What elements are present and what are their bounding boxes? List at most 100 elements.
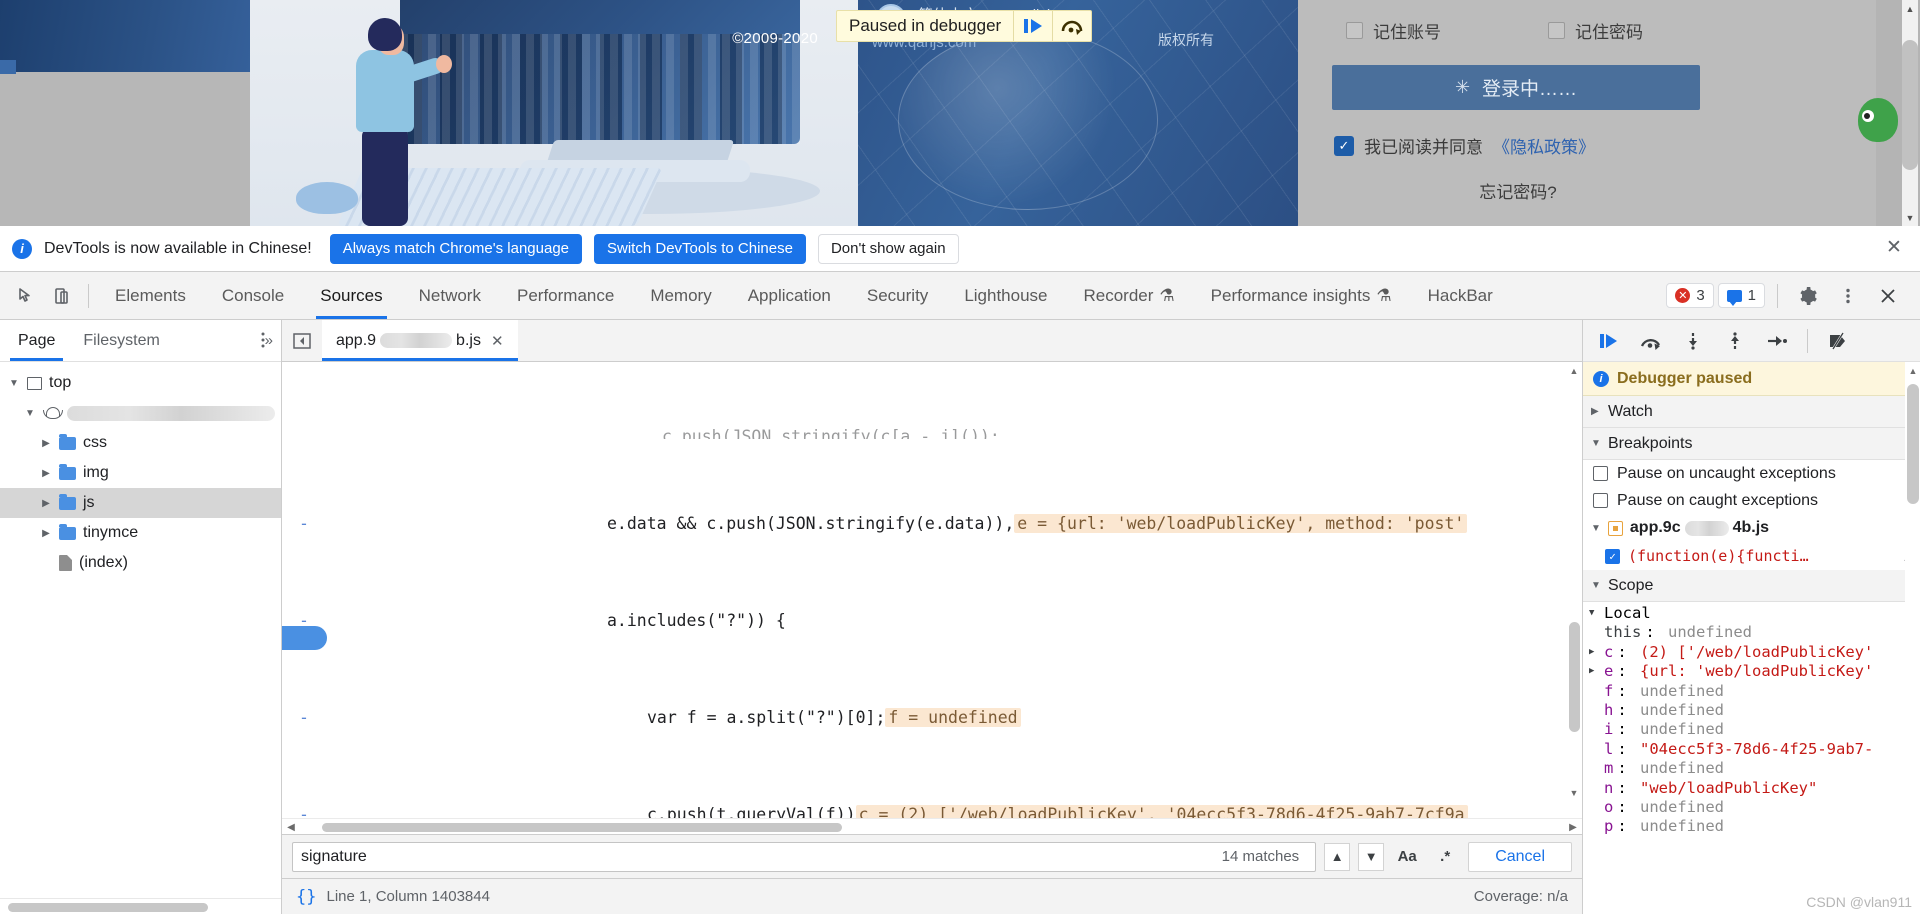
scrollbar-thumb[interactable] — [322, 823, 842, 832]
twisty-icon[interactable]: ▶ — [40, 438, 52, 449]
editor-vertical-scrollbar[interactable]: ▲ ▼ — [1566, 362, 1582, 802]
show-navigator-icon[interactable] — [282, 320, 322, 361]
remember-password-checkbox[interactable]: 记住密码 — [1548, 18, 1643, 43]
tab-sources[interactable]: Sources — [302, 272, 400, 319]
regex-toggle[interactable]: .* — [1430, 843, 1460, 871]
pause-on-uncaught-exceptions-checkbox[interactable]: Pause on uncaught exceptions — [1583, 460, 1920, 487]
scope-var-c[interactable]: ▶ c: (2) ['/web/loadPublicKey' — [1583, 643, 1920, 662]
resume-script-icon[interactable] — [1589, 325, 1629, 357]
scrollbar-thumb[interactable] — [1569, 622, 1580, 732]
checkbox-box[interactable] — [1346, 22, 1363, 39]
navigator-options-icon[interactable] — [255, 330, 271, 355]
forgot-password-link[interactable]: 忘记密码? — [1298, 178, 1738, 203]
agree-checkbox[interactable]: ✓ — [1334, 135, 1354, 156]
chevron-down-icon[interactable]: ▼ — [1591, 523, 1601, 534]
scroll-left-icon[interactable]: ◀ — [284, 820, 298, 834]
navigator-horizontal-scrollbar[interactable] — [0, 898, 281, 914]
checkbox-box[interactable] — [1593, 493, 1608, 508]
login-button[interactable]: ✳ 登录中…… — [1332, 65, 1700, 110]
tab-hackbar[interactable]: HackBar — [1410, 272, 1511, 319]
privacy-agree-row[interactable]: ✓ 我已阅读并同意 《隐私政策》 — [1334, 133, 1595, 158]
tree-item-top[interactable]: ▼ top — [0, 368, 281, 398]
tab-lighthouse[interactable]: Lighthouse — [946, 272, 1065, 319]
chevron-down-icon[interactable]: ▼ — [1591, 580, 1601, 591]
checkbox-box[interactable] — [1593, 466, 1608, 481]
error-count-badge[interactable]: ✕ 3 — [1666, 283, 1714, 308]
remember-account-checkbox[interactable]: 记住账号 — [1346, 18, 1441, 43]
close-icon[interactable] — [1870, 279, 1906, 313]
code-gutter[interactable] — [282, 362, 327, 818]
pretty-print-icon[interactable]: {} — [296, 887, 316, 907]
tab-security[interactable]: Security — [849, 272, 946, 319]
overlay-resume-icon[interactable] — [1014, 11, 1052, 41]
breakpoints-section-header[interactable]: ▼ Breakpoints — [1583, 428, 1920, 460]
step-out-icon[interactable] — [1715, 325, 1755, 357]
tab-memory[interactable]: Memory — [632, 272, 729, 319]
search-cancel-button[interactable]: Cancel — [1468, 841, 1572, 872]
watch-section-header[interactable]: ▶ Watch — [1583, 396, 1920, 428]
source-tab-app-js[interactable]: app.9 b.js ✕ — [322, 320, 518, 361]
chevron-down-icon[interactable]: ▼ — [1589, 604, 1600, 623]
step-into-icon[interactable] — [1673, 325, 1713, 357]
code-lines[interactable]: -c.push(JSON.stringify(c[a - j]()); -e.d… — [299, 362, 1582, 818]
twisty-icon[interactable]: ▶ — [40, 498, 52, 509]
twisty-icon[interactable]: ▼ — [8, 378, 20, 389]
dont-show-again-button[interactable]: Don't show again — [817, 233, 959, 264]
message-count-badge[interactable]: 1 — [1717, 283, 1765, 308]
chevron-down-icon[interactable]: ▼ — [1591, 438, 1601, 449]
match-case-toggle[interactable]: Aa — [1392, 843, 1422, 871]
chevron-right-icon[interactable]: ▶ — [1589, 643, 1600, 662]
breakpoint-entry[interactable]: ✓ (function(e){functi… 1 — [1583, 542, 1920, 570]
tree-item-js[interactable]: ▶ js — [0, 488, 281, 518]
tab-recorder[interactable]: Recorder ⚗ — [1066, 272, 1193, 319]
scroll-down-icon[interactable]: ▼ — [1902, 209, 1918, 226]
checkbox-box[interactable] — [1548, 22, 1565, 39]
privacy-policy-link[interactable]: 《隐私政策》 — [1493, 133, 1595, 158]
search-input[interactable]: signature 14 matches — [292, 841, 1317, 872]
twisty-icon[interactable]: ▼ — [24, 408, 36, 419]
tree-item-css[interactable]: ▶ css — [0, 428, 281, 458]
tree-item-img[interactable]: ▶ img — [0, 458, 281, 488]
debugger-vertical-scrollbar[interactable]: ▲ — [1905, 362, 1920, 914]
scroll-up-icon[interactable]: ▲ — [1907, 364, 1919, 378]
tab-elements[interactable]: Elements — [97, 272, 204, 319]
inspect-element-icon[interactable] — [8, 279, 44, 313]
device-toolbar-icon[interactable] — [44, 279, 80, 313]
breakpoint-file-group[interactable]: ▼ app.9c 4b.js — [1583, 514, 1920, 542]
breakpoint-enabled-checkbox[interactable]: ✓ — [1605, 548, 1620, 564]
overlay-step-over-icon[interactable] — [1053, 11, 1091, 41]
code-editor[interactable]: -c.push(JSON.stringify(c[a - j]()); -e.d… — [282, 362, 1582, 818]
close-icon[interactable]: ✕ — [1884, 238, 1904, 259]
tab-performance[interactable]: Performance — [499, 272, 632, 319]
scroll-up-icon[interactable]: ▲ — [1567, 364, 1581, 378]
chevron-right-icon[interactable]: ▶ — [1589, 662, 1600, 681]
scope-var-e[interactable]: ▶ e: {url: 'web/loadPublicKey' — [1583, 662, 1920, 681]
step-icon[interactable] — [1757, 325, 1797, 357]
twisty-icon[interactable]: ▶ — [40, 468, 52, 479]
scroll-right-icon[interactable]: ▶ — [1566, 820, 1580, 834]
more-options-icon[interactable] — [1830, 279, 1866, 313]
tree-item-index[interactable]: (index) — [0, 548, 281, 578]
scroll-down-icon[interactable]: ▼ — [1567, 786, 1581, 800]
deactivate-breakpoints-icon[interactable] — [1818, 325, 1858, 357]
switch-devtools-language-button[interactable]: Switch DevTools to Chinese — [594, 233, 806, 264]
gear-icon[interactable] — [1790, 279, 1826, 313]
tree-item-origin[interactable]: ▼ — [0, 398, 281, 428]
close-tab-icon[interactable]: ✕ — [491, 332, 504, 350]
tab-application[interactable]: Application — [730, 272, 849, 319]
navigator-tab-page[interactable]: Page — [4, 320, 69, 361]
tab-network[interactable]: Network — [401, 272, 499, 319]
scrollbar-thumb[interactable] — [8, 903, 208, 912]
tab-performance-insights[interactable]: Performance insights ⚗ — [1193, 272, 1410, 319]
search-next-button[interactable]: ▼ — [1358, 842, 1385, 871]
editor-horizontal-scrollbar[interactable]: ◀ ▶ — [282, 818, 1582, 834]
scope-section-header[interactable]: ▼ Scope — [1583, 570, 1920, 602]
pause-on-caught-exceptions-checkbox[interactable]: Pause on caught exceptions — [1583, 487, 1920, 514]
twisty-icon[interactable]: ▶ — [40, 528, 52, 539]
scope-group-local[interactable]: ▼ Local — [1583, 604, 1920, 623]
step-over-icon[interactable] — [1631, 325, 1671, 357]
scrollbar-thumb[interactable] — [1907, 384, 1919, 504]
scroll-up-icon[interactable]: ▲ — [1902, 0, 1918, 17]
navigator-tab-filesystem[interactable]: Filesystem — [69, 320, 173, 361]
page-scrollbar-thumb[interactable] — [1902, 40, 1918, 170]
